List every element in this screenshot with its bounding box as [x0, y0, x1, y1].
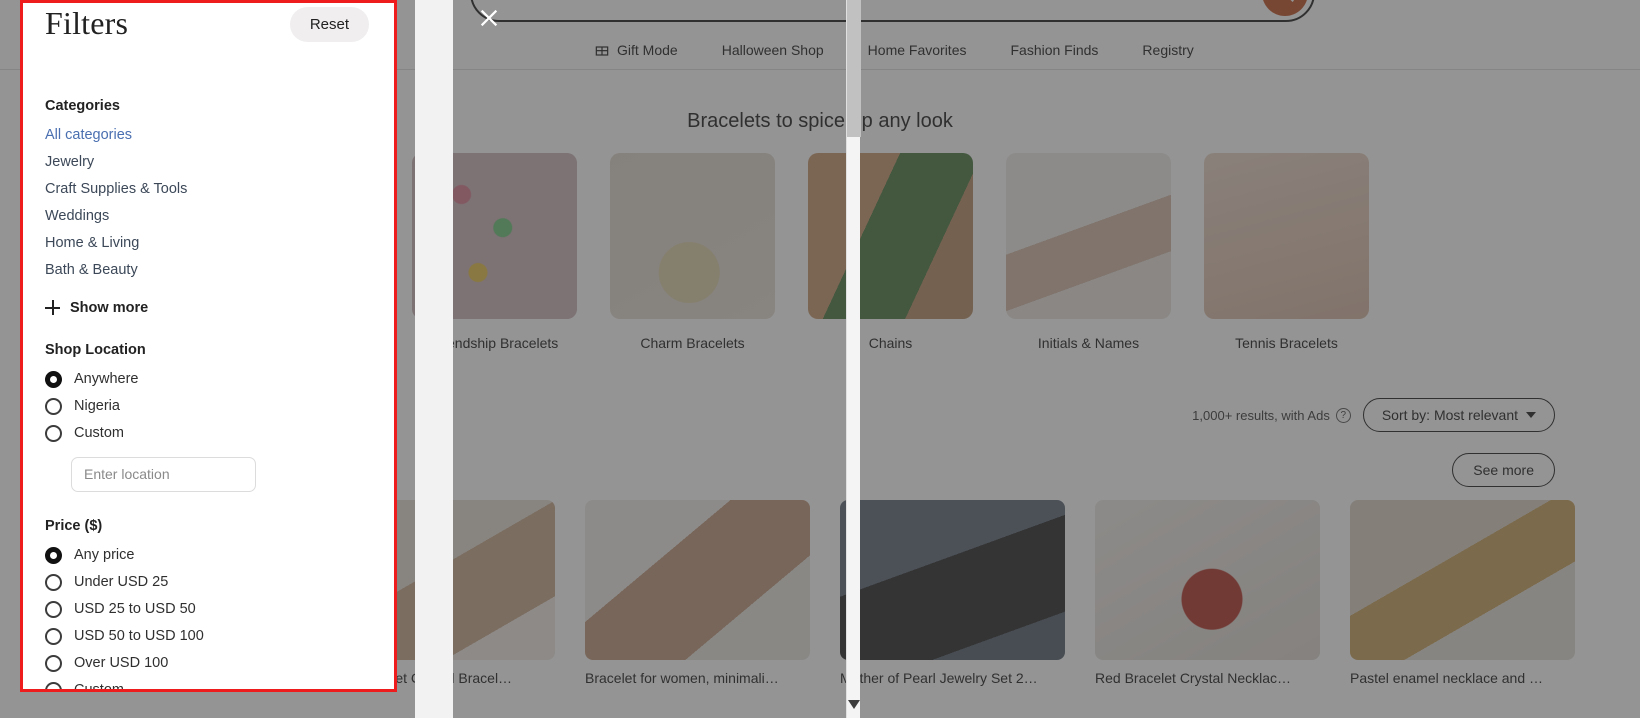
nav-item-home-favorites[interactable]: Home Favorites — [846, 42, 989, 58]
price-option-any-price[interactable]: Any price — [45, 542, 372, 569]
scrollbar-down-arrow-icon[interactable] — [848, 700, 860, 712]
radio-label: USD 50 to USD 100 — [74, 628, 204, 645]
radio-label: Nigeria — [74, 398, 120, 415]
radio-button[interactable] — [45, 654, 62, 672]
category-carousel: Friendship Bracelets Charm Bracelets Cha… — [412, 153, 1369, 351]
category-label: Charm Bracelets — [640, 335, 745, 351]
close-filters-icon[interactable] — [474, 3, 504, 33]
nav-item-registry[interactable]: Registry — [1120, 42, 1215, 58]
radio-button[interactable] — [45, 370, 62, 388]
location-input[interactable] — [71, 456, 256, 492]
radio-button[interactable] — [45, 573, 62, 591]
product-title: Bracelet for women, minimali… — [585, 670, 779, 686]
radio-label: Anywhere — [74, 371, 139, 388]
radio-button[interactable] — [45, 681, 62, 689]
radio-button[interactable] — [45, 424, 62, 442]
price-option-50-to-100[interactable]: USD 50 to USD 100 — [45, 623, 372, 650]
category-card[interactable]: Initials & Names — [1006, 153, 1171, 351]
question-mark-icon[interactable]: ? — [1335, 407, 1351, 423]
category-craft-supplies-tools[interactable]: Craft Supplies & Tools — [45, 176, 372, 203]
category-weddings[interactable]: Weddings — [45, 203, 372, 230]
product-grid: ack Bracelet Crystal Bracel… Bracelet fo… — [330, 500, 1575, 686]
product-card[interactable]: Bracelet for women, minimali… — [585, 500, 810, 686]
sort-by-label: Sort by: Most relevant — [1381, 407, 1518, 423]
product-title: Red Bracelet Crystal Necklac… — [1095, 670, 1292, 686]
radio-button[interactable] — [45, 546, 62, 564]
category-card[interactable]: Tennis Bracelets — [1204, 153, 1369, 351]
results-bar: 1,000+ results, with Ads ? Sort by: Most… — [1192, 398, 1555, 432]
category-card[interactable]: Charm Bracelets — [610, 153, 775, 351]
category-home-living[interactable]: Home & Living — [45, 230, 372, 257]
category-all-categories[interactable]: All categories — [45, 122, 372, 149]
reset-button[interactable]: Reset — [289, 7, 369, 42]
product-card[interactable]: Pastel enamel necklace and … — [1350, 500, 1575, 686]
radio-label: Custom — [74, 682, 124, 692]
radio-label: USD 25 to USD 50 — [74, 601, 196, 618]
category-image — [610, 153, 775, 319]
sort-by-dropdown[interactable]: Sort by: Most relevant — [1362, 398, 1555, 432]
product-image — [1350, 500, 1575, 660]
radio-button[interactable] — [45, 600, 62, 618]
nav-label: Gift Mode — [617, 41, 678, 58]
price-heading: Price ($) — [45, 517, 103, 534]
product-title: Mother of Pearl Jewelry Set 2… — [840, 670, 1038, 686]
search-submit-button[interactable] — [1262, 0, 1308, 16]
category-image — [808, 153, 973, 319]
radio-label: Under USD 25 — [74, 574, 169, 591]
location-option-custom[interactable]: Custom — [45, 420, 372, 447]
category-image — [1204, 153, 1369, 319]
nav-item-gift-mode[interactable]: Gift Mode — [572, 42, 700, 58]
show-more-button[interactable]: Show more — [45, 300, 372, 316]
location-option-nigeria[interactable]: Nigeria — [45, 393, 372, 420]
category-label: Tennis Bracelets — [1235, 335, 1338, 351]
product-card[interactable]: Red Bracelet Crystal Necklac… — [1095, 500, 1320, 686]
categories-heading: Categories — [45, 98, 120, 114]
plus-icon — [45, 300, 60, 316]
category-label: Chains — [868, 335, 913, 351]
results-count: 1,000+ results, with Ads ? — [1192, 407, 1351, 423]
location-option-anywhere[interactable]: Anywhere — [45, 366, 372, 393]
shop-location-heading: Shop Location — [45, 341, 146, 358]
nav-item-fashion-finds[interactable]: Fashion Finds — [988, 42, 1120, 58]
see-more-button[interactable]: See more — [1452, 453, 1555, 487]
category-jewelry[interactable]: Jewelry — [45, 149, 372, 176]
filters-panel: Filters Reset Categories All categories … — [20, 0, 397, 692]
results-count-text: 1,000+ results, with Ads — [1192, 407, 1330, 423]
filters-header: Filters Reset — [45, 3, 372, 42]
show-more-label: Show more — [70, 299, 149, 316]
chevron-down-icon — [1526, 411, 1536, 419]
product-image — [1095, 500, 1320, 660]
product-image — [585, 500, 810, 660]
product-card[interactable]: Mother of Pearl Jewelry Set 2… — [840, 500, 1065, 686]
category-label: Initials & Names — [1037, 335, 1140, 351]
radio-label: Any price — [74, 547, 135, 564]
product-title: Pastel enamel necklace and … — [1350, 670, 1543, 686]
radio-button[interactable] — [45, 627, 62, 645]
radio-label: Over USD 100 — [74, 655, 169, 672]
price-option-over-100[interactable]: Over USD 100 — [45, 650, 372, 677]
category-bath-beauty[interactable]: Bath & Beauty — [45, 257, 372, 284]
radio-button[interactable] — [45, 397, 62, 415]
search-box[interactable]: bracelet ✕ — [470, 0, 1315, 22]
panel-gutter — [415, 0, 861, 718]
category-card[interactable]: Chains — [808, 153, 973, 351]
price-option-under-25[interactable]: Under USD 25 — [45, 569, 372, 596]
category-image — [1006, 153, 1171, 319]
radio-label: Custom — [74, 425, 124, 442]
scrollbar-thumb[interactable] — [847, 0, 861, 137]
screen: bracelet ✕ Sign in — [0, 0, 1640, 718]
clear-search-icon[interactable]: ✕ — [1227, 0, 1245, 3]
price-option-25-to-50[interactable]: USD 25 to USD 50 — [45, 596, 372, 623]
filter-scrollbar[interactable] — [846, 0, 861, 718]
nav-item-halloween-shop[interactable]: Halloween Shop — [700, 42, 846, 58]
gift-icon — [594, 42, 610, 58]
price-option-custom[interactable]: Custom — [45, 677, 372, 692]
product-image — [840, 500, 1065, 660]
page-title: Filters — [45, 5, 129, 41]
